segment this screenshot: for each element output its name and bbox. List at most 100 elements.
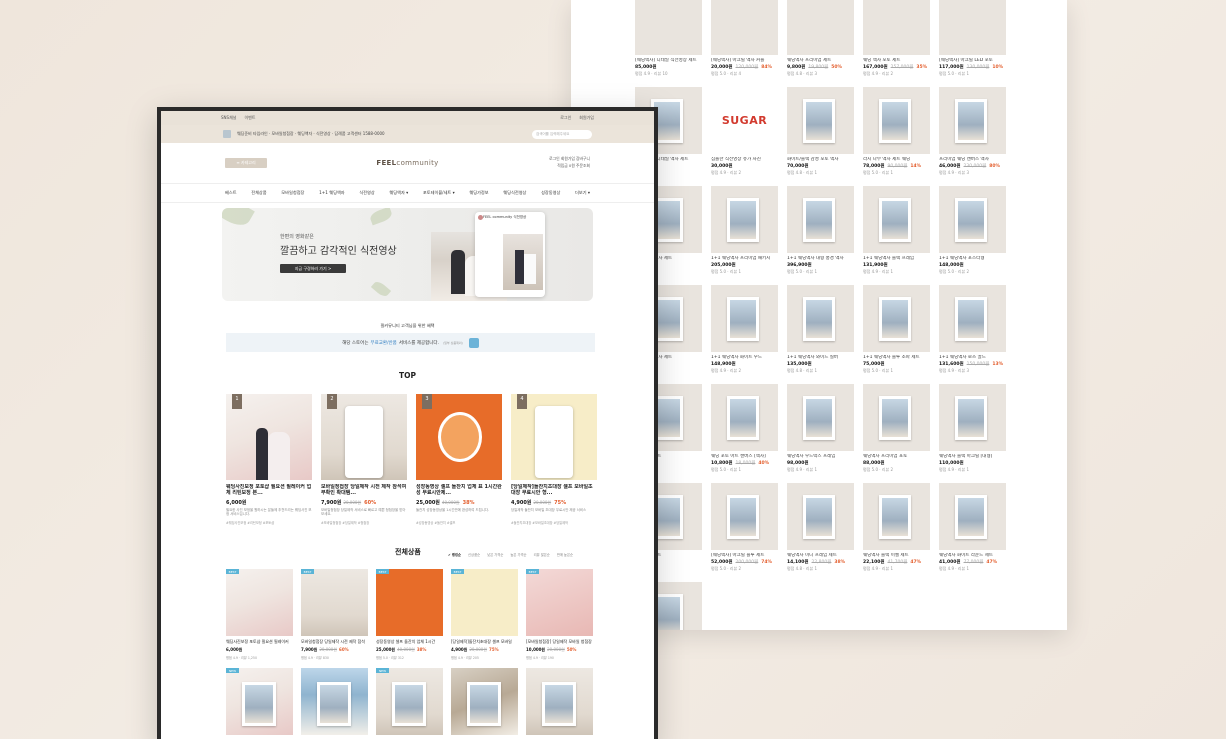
product-title[interactable]: 웨딩액자 화이트 라운드 세트 bbox=[939, 553, 1006, 558]
product-title[interactable]: [웨딩액자] 아크릴 블루 세트 bbox=[711, 553, 778, 558]
product-card[interactable]: 웨딩 액자 포토 세트 167,000원 257,000원 35% 평점 4.9 · 리… bbox=[863, 0, 930, 87]
nav-item[interactable]: 포토테이블/세트 ▾ bbox=[423, 190, 455, 196]
product-card[interactable]: 라지 나무 액자 세트 웨딩 78,000원 90,000원 14% 평점 5.0 · … bbox=[863, 87, 930, 186]
product-thumbnail[interactable]: SUGAR bbox=[711, 87, 778, 154]
product-card[interactable]: 웨딩액자 블랙 아크릴 [대형] 110,000원 평점 4.9 · 리뷰 1 bbox=[939, 384, 1006, 483]
product-title[interactable]: 1+1 웨딩액자 블루 소파 세트 bbox=[863, 355, 930, 360]
nav-item[interactable]: 베스트 bbox=[225, 190, 237, 196]
nav-item[interactable]: 모바일청첩장 bbox=[281, 190, 304, 196]
product-card[interactable]: 1+1 웨딩액자 화이트 우드 148,900원 평점 4.9 · 리뷰 2 bbox=[711, 285, 778, 384]
free-return-bar[interactable]: 해당 스토어는 무료교환/반품 서비스를 제공합니다. (일부 상품제외) bbox=[226, 333, 595, 352]
product-card[interactable]: [웨딩액자] 아크릴 LED 포토 117,000원 130,000원 10% 평점 5… bbox=[939, 0, 1006, 87]
product-title[interactable]: [웨딩액자] 아크릴 LED 포토 bbox=[939, 58, 1006, 63]
product-thumbnail[interactable] bbox=[526, 668, 593, 735]
product-title[interactable]: 심플한 식전영상 슈가 사진 bbox=[711, 157, 778, 162]
top-product-card[interactable]: 4 [당일제작]돌잔치초대장 셀프 모바일초대장 무료시안 형... 4,900원 2… bbox=[511, 394, 597, 525]
nav-item[interactable]: 전체상품 bbox=[251, 190, 266, 196]
product-card[interactable]: 1+1 웨딩액자 와이드 실버 135,000원 평점 4.8 · 리뷰 1 bbox=[787, 285, 854, 384]
product-card[interactable]: 웨딩액자 블랙 이젤 세트 22,100원 41,700원 47% 평점 4.9 · 리… bbox=[863, 483, 930, 582]
product-card[interactable]: BEST 모바일청첩장 당일제작 시전 제작 참석 7,900원 20,000원 60%… bbox=[301, 569, 368, 660]
product-title[interactable]: [웨딩액자] 디테일 식전영상 세트 bbox=[635, 58, 702, 63]
product-thumbnail[interactable]: 1 bbox=[226, 394, 312, 480]
product-title[interactable]: [당일제작]돌잔치초대장 셀프 모바일 bbox=[451, 639, 518, 645]
product-card[interactable]: [웨딩액자] 아크릴 블루 세트 52,000원 200,000원 74% 평점 5.0… bbox=[711, 483, 778, 582]
hero-banner[interactable]: 한편의 영화같은 깔끔하고 감각적인 식전영상 지금 구경하러 가기 > FEE… bbox=[222, 208, 593, 301]
top-product-card[interactable]: 3 성장동영상 셀프 돌잔치 업체 표 1시간완성 무료시안제... 25,000원… bbox=[416, 394, 502, 525]
nav-item[interactable]: 1+1 웨딩액자 bbox=[319, 190, 345, 196]
product-thumbnail[interactable]: 3 bbox=[416, 394, 502, 480]
product-title[interactable]: [웨딩액자] 아크릴 액자 커플 bbox=[711, 58, 778, 63]
product-thumbnail[interactable] bbox=[939, 186, 1006, 253]
product-title[interactable]: 성장동영상 셀프 돌잔치 업체 표 1시간완성 무료시안제... bbox=[416, 484, 502, 497]
product-card[interactable]: [웨딩액자] 아크릴 액자 커플 20,000원 120,000원 84% 평점 5.0… bbox=[711, 0, 778, 87]
user-links[interactable]: 로그인 회원가입 장바구니 bbox=[549, 156, 590, 163]
product-thumbnail[interactable] bbox=[863, 0, 930, 55]
product-title[interactable]: 화이트/블랙 감성 포토 액자 bbox=[787, 157, 854, 162]
product-card[interactable]: 프리미엄 웨딩 캔버스 액자 46,000원 230,000원 80% 평점 4.9 ·… bbox=[939, 87, 1006, 186]
nav-item[interactable]: 식전영상 bbox=[359, 190, 374, 196]
product-title[interactable]: 웨딩액자 블랙 이젤 세트 bbox=[863, 553, 930, 558]
top-product-card[interactable]: 2 모바일청첩장 당일제작 시전 제작 참석여부확인 확대탬... 7,900원 20… bbox=[321, 394, 407, 525]
nav-item[interactable]: 더보기 ▾ bbox=[575, 190, 590, 196]
product-title[interactable]: 웨딩액자 프리미엄 포토 bbox=[863, 454, 930, 459]
product-title[interactable]: 1+1 웨딩액자 블랙 프레임 bbox=[863, 256, 930, 261]
product-thumbnail[interactable]: BEST bbox=[376, 569, 443, 636]
product-card[interactable]: 웨딩액자 프리미엄 세트 9,800원 19,800원 50% 평점 4.8 · 리뷰 … bbox=[787, 0, 854, 87]
product-card[interactable]: NEW bbox=[376, 668, 443, 735]
product-thumbnail[interactable] bbox=[787, 483, 854, 550]
product-card[interactable]: 웨딩액자 우드박스 프레임 98,000원 평점 4.9 · 리뷰 1 bbox=[787, 384, 854, 483]
product-title[interactable]: 1+1 웨딩액자 화이트 우드 bbox=[711, 355, 778, 360]
product-title[interactable]: 웨딩액자 우드박스 프레임 bbox=[787, 454, 854, 459]
product-card[interactable]: BEST [당일제작]돌잔치초대장 셀프 모바일 4,900원 20,000원 75% 평… bbox=[451, 569, 518, 660]
product-card[interactable]: 1+1 웨딩액자 블루 소파 세트 75,000원 평점 5.0 · 리뷰 1 bbox=[863, 285, 930, 384]
sort-option[interactable]: 판매 높은순 bbox=[557, 552, 573, 557]
nav-item[interactable]: 성장동영상 bbox=[541, 190, 560, 196]
nav-item[interactable]: 웨딩액자 ▾ bbox=[389, 190, 408, 196]
product-title[interactable]: [모바일청첩장] 당일제작 모바일 청첩장 bbox=[526, 639, 593, 645]
product-card[interactable]: NEW bbox=[226, 668, 293, 735]
product-title[interactable]: 웨딩 포토 아트 캔버스 [액자] bbox=[711, 454, 778, 459]
search-input[interactable]: 검색어를 입력해주세요 bbox=[532, 129, 592, 139]
product-title[interactable]: 1+1 웨딩액자 포스터형 bbox=[939, 256, 1006, 261]
sort-option[interactable]: 낮은 가격순 bbox=[487, 552, 503, 557]
product-thumbnail[interactable] bbox=[711, 186, 778, 253]
product-card[interactable] bbox=[451, 668, 518, 735]
top-product-card[interactable]: 1 웨딩사진보정 포토샵 필요션 필레이커 업체 리틴보정 본... 6,000원 필… bbox=[226, 394, 312, 525]
product-thumbnail[interactable]: BEST bbox=[226, 569, 293, 636]
product-title[interactable]: [당일제작]돌잔치초대장 셀프 모바일초대장 무료시안 형... bbox=[511, 484, 597, 497]
product-thumbnail[interactable] bbox=[939, 285, 1006, 352]
product-card[interactable] bbox=[301, 668, 368, 735]
sns-link[interactable]: SNS채널 bbox=[221, 115, 236, 121]
product-title[interactable]: 웨딩액자 프리미엄 세트 bbox=[787, 58, 854, 63]
product-thumbnail[interactable] bbox=[863, 384, 930, 451]
product-title[interactable]: 모바일청첩장 당일제작 시전 제작 참석여부확인 확대탬... bbox=[321, 484, 407, 497]
product-thumbnail[interactable] bbox=[863, 87, 930, 154]
product-thumbnail[interactable]: 2 bbox=[321, 394, 407, 480]
product-title[interactable]: 웨딩사진보정 포토샵 필요션 필레이커 bbox=[226, 639, 293, 645]
sort-option[interactable]: 높은 가격순 bbox=[510, 552, 526, 557]
product-thumbnail[interactable] bbox=[711, 0, 778, 55]
product-thumbnail[interactable] bbox=[635, 0, 702, 55]
product-card[interactable]: 1+1 웨딩액자 프리미엄 패키지 205,000원 평점 5.0 · 리뷰 1 bbox=[711, 186, 778, 285]
product-thumbnail[interactable]: BEST bbox=[526, 569, 593, 636]
product-title[interactable]: 1+1 웨딩액자 프리미엄 패키지 bbox=[711, 256, 778, 261]
sort-option[interactable]: 리뷰 많은순 bbox=[534, 552, 550, 557]
product-card[interactable]: 웨딩액자 미니 프레임 세트 14,100원 22,800원 38% 평점 4.8 · … bbox=[787, 483, 854, 582]
product-thumbnail[interactable] bbox=[787, 285, 854, 352]
product-card[interactable] bbox=[526, 668, 593, 735]
product-thumbnail[interactable] bbox=[787, 384, 854, 451]
product-card[interactable]: 1+1 웨딩액자 로즈 골드 131,600원 150,000원 13% 평점 4.9 … bbox=[939, 285, 1006, 384]
product-thumbnail[interactable]: NEW bbox=[376, 668, 443, 735]
product-card[interactable]: 1+1 웨딩액자 블랙 프레임 131,900원 평점 4.9 · 리뷰 1 bbox=[863, 186, 930, 285]
product-title[interactable]: 1+1 웨딩액자 로즈 골드 bbox=[939, 355, 1006, 360]
site-logo[interactable]: FEELcommunity bbox=[376, 159, 438, 167]
sort-option[interactable]: ✔ 랭킹순 bbox=[448, 552, 461, 557]
product-title[interactable]: 성장동영상 셀프 돌잔치 업체 1시간 bbox=[376, 639, 443, 645]
product-thumbnail[interactable]: 4 bbox=[511, 394, 597, 480]
product-title[interactable]: 웨딩 액자 포토 세트 bbox=[863, 58, 930, 63]
product-thumbnail[interactable] bbox=[787, 87, 854, 154]
nav-item[interactable]: 웨딩식전영상 bbox=[503, 190, 526, 196]
product-card[interactable]: 웨딩액자 화이트 라운드 세트 41,000원 77,000원 47% 평점 4.9 ·… bbox=[939, 483, 1006, 582]
event-link[interactable]: 이벤트 bbox=[244, 115, 255, 121]
login-link[interactable]: 로그인 bbox=[560, 115, 571, 121]
